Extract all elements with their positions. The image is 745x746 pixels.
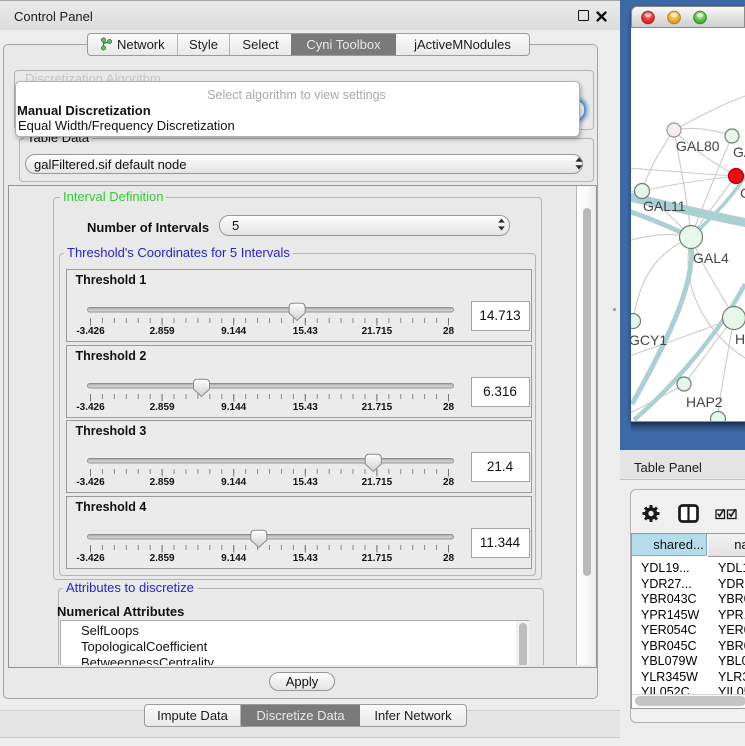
svg-text:15.43: 15.43 [292, 553, 317, 564]
svg-text:21.715: 21.715 [361, 477, 392, 488]
svg-text:9.144: 9.144 [221, 402, 246, 413]
svg-text:9.144: 9.144 [221, 477, 246, 488]
svg-text:21.715: 21.715 [361, 326, 392, 337]
svg-text:H: H [735, 331, 745, 347]
svg-text:15.43: 15.43 [292, 402, 317, 413]
svg-text:28: 28 [442, 553, 454, 564]
svg-text:GAL11: GAL11 [643, 198, 686, 214]
svg-text:15.43: 15.43 [292, 326, 317, 337]
svg-text:GCY1: GCY1 [631, 332, 667, 348]
svg-text:21.715: 21.715 [361, 553, 392, 564]
svg-text:2.859: 2.859 [149, 326, 174, 337]
svg-text:GAL80: GAL80 [676, 138, 720, 154]
svg-text:28: 28 [442, 477, 454, 488]
svg-text:HAP2: HAP2 [686, 394, 723, 410]
svg-text:21.715: 21.715 [361, 402, 392, 413]
svg-text:C: C [740, 185, 745, 201]
svg-text:15.43: 15.43 [292, 477, 317, 488]
svg-text:28: 28 [442, 402, 454, 413]
svg-text:9.144: 9.144 [221, 326, 246, 337]
svg-text:-3.426: -3.426 [76, 326, 105, 337]
svg-text:9.144: 9.144 [221, 553, 246, 564]
svg-text:2.859: 2.859 [149, 402, 174, 413]
svg-text:-3.426: -3.426 [76, 553, 105, 564]
svg-text:-3.426: -3.426 [76, 402, 105, 413]
svg-text:GAL4: GAL4 [693, 250, 729, 266]
svg-text:GA: GA [733, 144, 745, 160]
svg-text:2.859: 2.859 [149, 553, 174, 564]
svg-text:28: 28 [442, 326, 454, 337]
svg-text:2.859: 2.859 [149, 477, 174, 488]
svg-text:-3.426: -3.426 [76, 477, 105, 488]
